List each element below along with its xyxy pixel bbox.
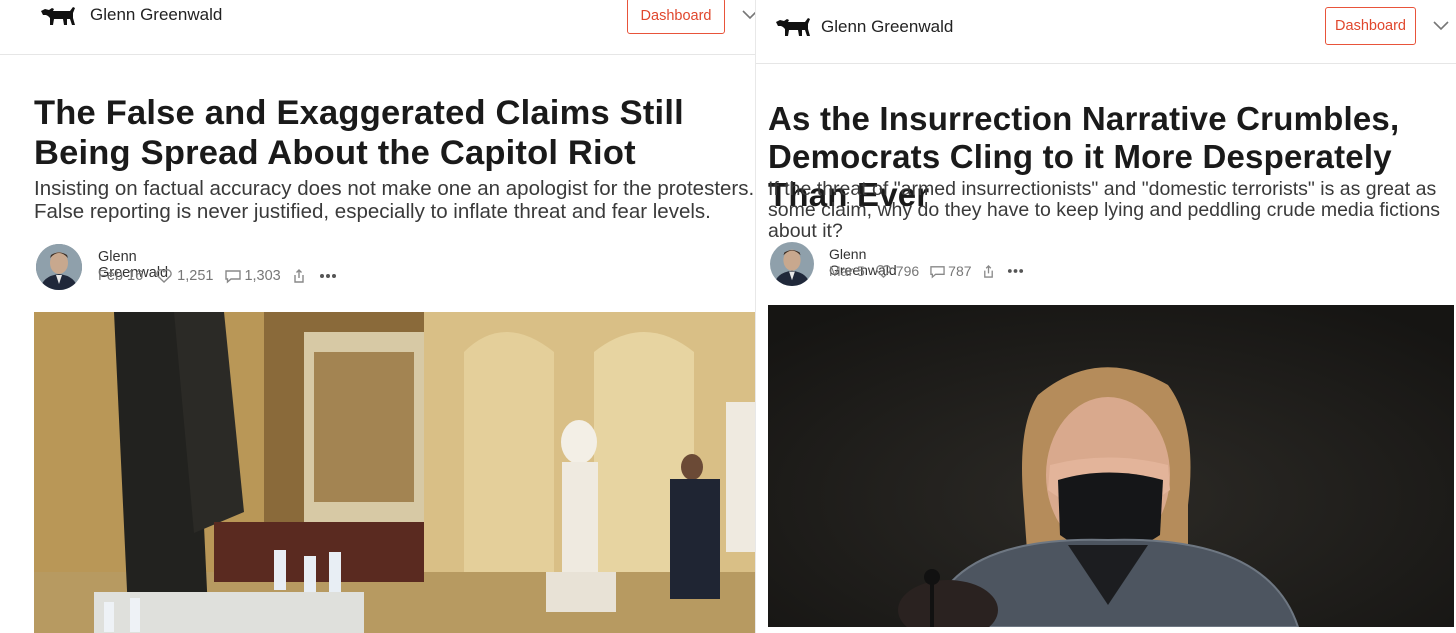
article-title[interactable]: The False and Exaggerated Claims Still B…: [34, 93, 760, 173]
comment-icon: [930, 265, 945, 279]
author-avatar[interactable]: [770, 242, 814, 286]
comment-button[interactable]: 787: [929, 263, 972, 279]
more-button[interactable]: [319, 273, 337, 279]
publication-name[interactable]: Glenn Greenwald: [821, 17, 953, 37]
chevron-down-icon[interactable]: [1432, 20, 1450, 32]
more-icon: [1007, 269, 1023, 273]
article-hero-image[interactable]: [34, 312, 756, 633]
comment-count: 1,303: [244, 268, 281, 284]
post-date: Mar 5: [829, 263, 865, 279]
more-icon: [319, 274, 336, 278]
post-meta: Feb 16 1,251 1,303: [98, 268, 337, 284]
post-date: Feb 16: [98, 268, 144, 284]
dashboard-button[interactable]: Dashboard: [627, 0, 725, 34]
dog-logo-icon[interactable]: [40, 2, 76, 28]
dog-logo-icon[interactable]: [775, 13, 811, 39]
comment-count: 787: [948, 263, 972, 279]
left-article-pane: Glenn Greenwald Dashboard The False and …: [0, 0, 760, 633]
more-button[interactable]: [1007, 268, 1024, 274]
heart-icon: [876, 264, 891, 278]
comment-button[interactable]: 1,303: [224, 268, 281, 284]
share-button[interactable]: [292, 268, 306, 284]
site-header: Glenn Greenwald Dashboard: [756, 0, 1456, 64]
dashboard-button[interactable]: Dashboard: [1325, 7, 1416, 45]
comment-icon: [225, 270, 242, 284]
post-meta: Mar 5 796 787: [829, 263, 1024, 279]
share-button[interactable]: [982, 264, 995, 279]
author-avatar[interactable]: [36, 244, 82, 290]
like-button[interactable]: 796: [875, 263, 919, 279]
article-subtitle: Insisting on factual accuracy does not m…: [34, 177, 755, 223]
right-article-pane: Glenn Greenwald Dashboard As the Insurre…: [756, 0, 1456, 633]
like-count: 796: [895, 263, 920, 279]
like-count: 1,251: [177, 268, 214, 284]
share-icon: [294, 269, 304, 283]
like-button[interactable]: 1,251: [155, 268, 213, 284]
share-icon: [983, 264, 993, 278]
publication-name[interactable]: Glenn Greenwald: [90, 5, 222, 25]
article-subtitle: If the threat of "armed insurrectionists…: [768, 178, 1441, 242]
heart-icon: [156, 269, 172, 283]
article-hero-image[interactable]: [768, 305, 1454, 627]
site-header: Glenn Greenwald Dashboard: [0, 0, 760, 55]
